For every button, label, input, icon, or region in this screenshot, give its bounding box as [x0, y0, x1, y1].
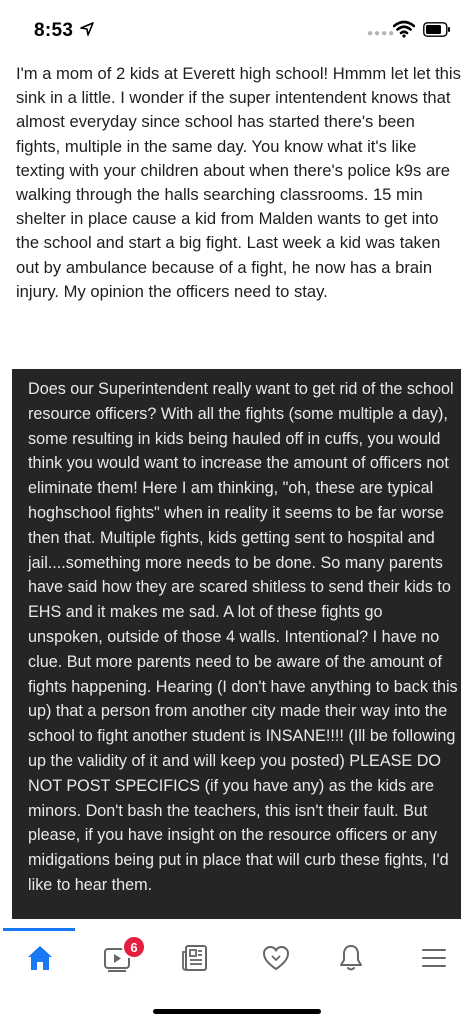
- battery-icon: [423, 22, 450, 37]
- heart-icon: [263, 946, 289, 970]
- tab-home[interactable]: [22, 940, 58, 976]
- notification-badge: 6: [122, 935, 146, 959]
- shared-post-text: Does our Superintendent really want to g…: [28, 380, 458, 894]
- news-icon: [182, 945, 207, 971]
- tab-dating[interactable]: [258, 940, 294, 976]
- tab-notifications[interactable]: [333, 940, 369, 976]
- status-time: 8:53: [34, 20, 74, 41]
- bell-icon: [340, 945, 362, 971]
- signal-dots-icon: ●●●●: [367, 28, 396, 39]
- shared-post-card: Does our Superintendent really want to g…: [12, 369, 461, 919]
- wifi-icon: [393, 20, 415, 38]
- home-indicator[interactable]: [153, 1009, 321, 1014]
- menu-icon: [422, 949, 446, 967]
- tab-menu[interactable]: [416, 940, 452, 976]
- post-text: I'm a mom of 2 kids at Everett high scho…: [16, 64, 461, 301]
- active-tab-indicator: [3, 928, 75, 931]
- tab-news[interactable]: [178, 940, 214, 976]
- home-icon: [28, 946, 52, 970]
- status-bar: 8:53 ●●●●: [0, 0, 473, 60]
- location-arrow-icon: [80, 22, 94, 36]
